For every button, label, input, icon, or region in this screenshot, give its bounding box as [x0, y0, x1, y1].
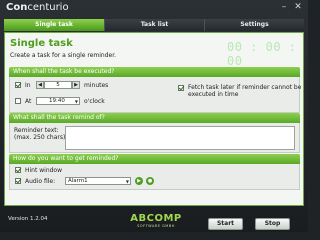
- fetch-later-label-line2: executed in time: [188, 91, 239, 98]
- reminder-text-label-line1: Reminder text:: [14, 127, 59, 134]
- countdown-clock: 00 : 00 : 00: [227, 40, 297, 68]
- tab-single-task[interactable]: Single task: [4, 19, 104, 31]
- stop-button[interactable]: Stop: [255, 218, 290, 230]
- hint-window-label: Hint window: [25, 167, 63, 174]
- minutes-decrement-button[interactable]: ◀: [36, 81, 44, 89]
- hint-window-checkbox[interactable]: [15, 167, 21, 173]
- when-section: In ◀ 5 ▶ minutes At 19:40 ▼ o'clock Fetc…: [9, 77, 302, 113]
- audio-file-select[interactable]: Alarm1 ▼: [65, 177, 131, 185]
- browse-icon[interactable]: ●: [146, 177, 154, 185]
- how-section-heading: How do you want to get reminded?: [9, 154, 300, 164]
- in-label: In: [25, 82, 31, 89]
- page-subtitle: Create a task for a single reminder.: [10, 52, 117, 59]
- minutes-label: minutes: [84, 82, 109, 89]
- time-value: 19:40: [49, 98, 65, 104]
- minutes-increment-button[interactable]: ▶: [72, 81, 80, 89]
- version-label: Version 1.2.04: [8, 216, 48, 222]
- reminder-text-area[interactable]: [65, 126, 295, 150]
- main-panel: Single task Create a task for a single r…: [4, 32, 304, 206]
- app-title-prefix: Con: [6, 2, 28, 13]
- oclock-label: o'clock: [84, 98, 105, 105]
- at-radio[interactable]: [15, 98, 21, 104]
- how-section: Hint window Audio file: Alarm1 ▼ ▶ ●: [9, 164, 300, 190]
- page-title: Single task: [10, 38, 73, 49]
- time-select[interactable]: 19:40 ▼: [36, 97, 80, 105]
- minimize-button[interactable]: –: [279, 2, 289, 12]
- close-button[interactable]: ✕: [293, 2, 303, 12]
- title-bar: Concenturio – ✕: [0, 0, 308, 18]
- app-window: Concenturio – ✕ Single task Task list Se…: [0, 0, 308, 232]
- at-label: At: [25, 98, 32, 105]
- audio-file-checkbox[interactable]: [15, 178, 21, 184]
- tab-bar: Single task Task list Settings: [4, 19, 304, 31]
- chevron-down-icon: ▼: [74, 99, 78, 104]
- app-title-rest: centurio: [27, 2, 69, 13]
- what-section: Reminder text: (max. 250 chars): [9, 123, 300, 153]
- in-radio[interactable]: [15, 82, 21, 88]
- fetch-later-label-line1: Fetch task later if reminder cannot be: [188, 84, 302, 91]
- tab-task-list[interactable]: Task list: [104, 19, 204, 31]
- start-button[interactable]: Start: [208, 218, 243, 230]
- what-section-heading: What shall the task remind of?: [9, 113, 300, 123]
- audio-file-value: Alarm1: [68, 178, 88, 184]
- minutes-input[interactable]: 5: [44, 81, 72, 89]
- tab-settings[interactable]: Settings: [204, 19, 304, 31]
- when-section-heading: When shall the task be executed?: [9, 67, 300, 77]
- audio-file-label: Audio file:: [25, 178, 56, 185]
- play-icon[interactable]: ▶: [135, 177, 143, 185]
- logo-tagline: SOFTWARE GMBH: [137, 224, 175, 228]
- company-logo: ABCOMP SOFTWARE GMBH: [124, 213, 188, 229]
- app-title: Concenturio: [6, 2, 69, 13]
- reminder-text-label-line2: (max. 250 chars): [14, 134, 66, 141]
- chevron-down-icon: ▼: [125, 179, 129, 184]
- fetch-later-checkbox[interactable]: [178, 85, 184, 91]
